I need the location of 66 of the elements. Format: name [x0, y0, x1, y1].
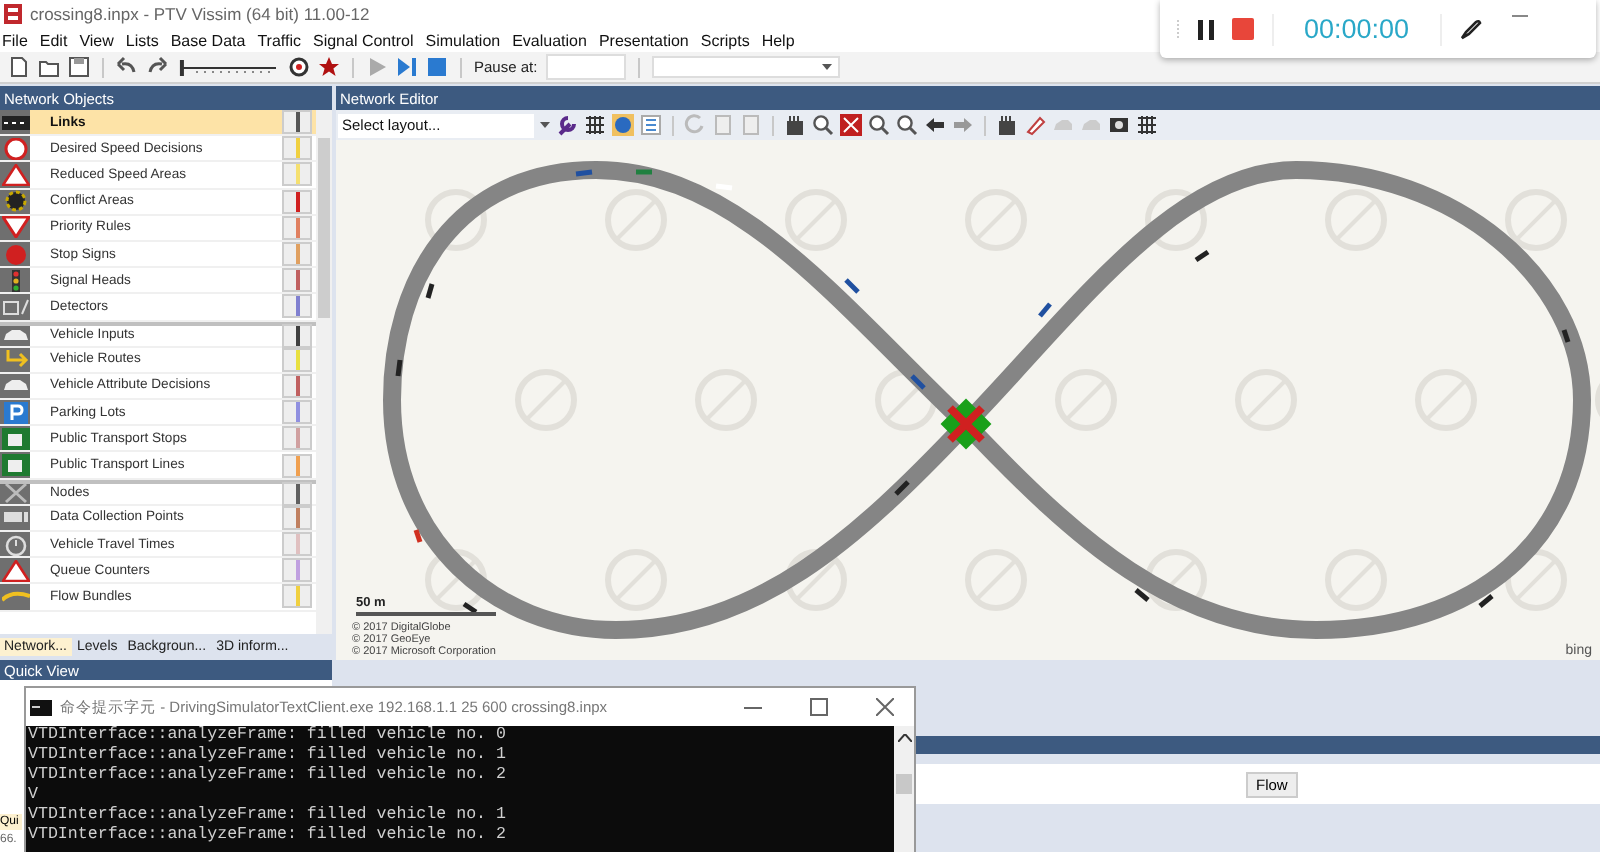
console-line: VTDInterface::analyzeFrame: filled vehicle no. 2 [28, 826, 508, 846]
zoom-icon[interactable] [896, 114, 918, 136]
menu-item[interactable]: Signal Control [312, 31, 414, 49]
menu-item[interactable]: Help [761, 31, 795, 49]
speed-slider[interactable] [176, 57, 280, 77]
pause-icon[interactable] [1198, 19, 1214, 39]
stop-sign-icon [1, 243, 29, 266]
menu-item[interactable]: Scripts [700, 31, 750, 49]
menu-item[interactable]: Evaluation [512, 31, 587, 49]
caret-icon [821, 64, 832, 70]
close-icon[interactable] [876, 698, 894, 716]
menu-item[interactable]: Base Data [170, 31, 246, 49]
star-icon[interactable] [318, 56, 340, 78]
console-line: V [28, 786, 40, 806]
wrench-icon[interactable] [556, 114, 578, 136]
camera-icon[interactable] [1108, 114, 1130, 136]
cross-icon [1, 482, 29, 505]
drag-handle-icon[interactable] [1176, 20, 1180, 38]
zoom-icon[interactable] [812, 114, 834, 136]
fit-icon[interactable] [840, 114, 862, 136]
pen-icon[interactable] [1459, 18, 1482, 40]
menu-item[interactable]: Traffic [257, 31, 301, 49]
stopwatch-icon [1, 533, 29, 556]
stop-icon[interactable] [426, 56, 448, 78]
gear-icon [1, 190, 29, 213]
list-icon[interactable] [640, 114, 662, 136]
menu-item[interactable]: File [2, 31, 28, 49]
zoom-icon[interactable] [868, 114, 890, 136]
grid-icon[interactable] [1136, 114, 1158, 136]
menu-item[interactable]: Simulation [425, 31, 501, 49]
console-line: VTDInterface::analyzeFrame: filled vehicle no. 0 [28, 726, 508, 746]
hand-icon[interactable] [784, 114, 806, 136]
road-icon [1, 111, 29, 134]
console-line: VTDInterface::analyzeFrame: filled vehicle no. 1 [28, 746, 508, 766]
scroll-up-icon[interactable] [897, 734, 911, 742]
scroll-thumb[interactable] [896, 774, 912, 794]
menu-item[interactable]: Presentation [598, 31, 689, 49]
menu-item[interactable]: View [79, 31, 114, 49]
slider-thumb[interactable] [179, 59, 184, 75]
console-line: VTDInterface::analyzeFrame: filled vehicle no. 1 [28, 806, 508, 826]
scale-bar [356, 612, 496, 616]
document-icon[interactable] [8, 56, 30, 78]
detector-icon [1, 295, 29, 318]
console-icon [30, 699, 52, 715]
step-icon[interactable] [396, 56, 418, 78]
menu-item[interactable]: Edit [39, 31, 68, 49]
route-arrow-icon [1, 348, 29, 371]
dropdown-field[interactable] [651, 56, 840, 78]
scrollbar[interactable] [316, 110, 332, 634]
timer-text: 00:00:00 [1302, 14, 1412, 44]
pencil-icon[interactable] [1024, 114, 1046, 136]
menu-item[interactable]: Lists [125, 31, 159, 49]
grid-icon[interactable] [584, 114, 606, 136]
maximize-icon[interactable] [810, 698, 828, 716]
clock-icon[interactable] [288, 56, 310, 78]
save-icon[interactable] [68, 56, 90, 78]
hand-icon[interactable] [996, 114, 1018, 136]
window-title: crossing8.inpx - PTV Vissim (64 bit) 11.00-12 [30, 4, 370, 24]
redo-icon[interactable] [146, 56, 168, 78]
console-line: VTDInterface::analyzeFrame: filled vehicle no. 2 [28, 766, 508, 786]
caret-icon[interactable] [540, 122, 550, 128]
undo-icon[interactable] [116, 56, 138, 78]
scrollbar[interactable] [894, 726, 914, 852]
arrow-left-icon[interactable] [924, 114, 946, 136]
folder-icon[interactable] [38, 56, 60, 78]
pause-at-field[interactable] [545, 54, 626, 80]
